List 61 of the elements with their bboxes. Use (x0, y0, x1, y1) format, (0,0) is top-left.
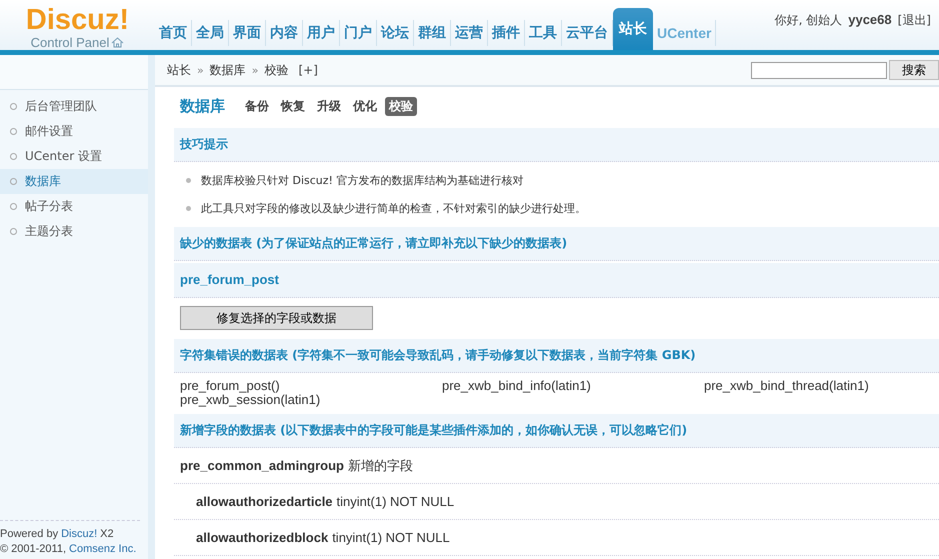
repair-button[interactable]: 修复选择的字段或数据 (180, 306, 373, 330)
tip-text: 此工具只对字段的修改以及缺少进行简单的检查，不针对索引的缺少进行处理。 (201, 200, 586, 216)
sidebar-item[interactable]: 后台管理团队 (0, 94, 148, 119)
nav-tab[interactable]: 插件 (488, 20, 525, 46)
nav-tab[interactable]: 内容 (266, 20, 303, 46)
tip-text: 数据库校验只针对 Discuz! 官方发布的数据库结构为基础进行核对 (201, 172, 524, 188)
nav-tab[interactable]: 站长 (613, 8, 653, 50)
add-shortcut-link[interactable]: [+] (298, 63, 318, 77)
section-tab[interactable]: 恢复 (277, 96, 309, 116)
user-name: yyce68 (848, 12, 892, 29)
nav-tab[interactable]: 运营 (451, 20, 488, 46)
section-tab[interactable]: 升级 (313, 96, 345, 116)
sidebar-item[interactable]: UCenter 设置 (0, 144, 148, 169)
search-button[interactable]: 搜索 (889, 60, 939, 80)
breadcrumb-separator: » (197, 64, 204, 76)
logo-subtitle: Control Panel (30, 34, 110, 50)
footer-text: Powered by (0, 527, 58, 542)
nav-tab[interactable]: 论坛 (377, 20, 414, 46)
sidebar-item[interactable]: 主题分表 (0, 219, 148, 244)
home-icon (111, 36, 124, 48)
footer-link[interactable]: Discuz! (61, 527, 98, 542)
table-name: pre_forum_post() (180, 379, 281, 393)
sidebar-item[interactable]: 数据库 (0, 169, 148, 194)
table-name: pre_xwb_session(latin1) (180, 393, 322, 407)
breadcrumb-item[interactable]: 校验 (264, 62, 288, 78)
row-text: tinyint(1) NOT NULL (332, 530, 450, 545)
nav-tab[interactable]: 首页 (155, 20, 192, 46)
table-name: allowauthorizedarticle (196, 494, 333, 509)
row-text: tinyint(1) NOT NULL (336, 494, 454, 509)
breadcrumb-item[interactable]: 站长 (167, 62, 191, 78)
nav-tab[interactable]: 工具 (525, 20, 562, 46)
sidebar-item[interactable]: 帖子分表 (0, 194, 148, 219)
section-tab[interactable]: 备份 (241, 96, 273, 116)
section-header: 技巧提示 (174, 128, 939, 162)
nav-tab[interactable]: 门户 (340, 20, 377, 46)
nav-tab[interactable]: 全局 (192, 20, 229, 46)
logo-text: Discuz! (26, 4, 130, 34)
table-name: allowauthorizedblock (196, 530, 328, 545)
table-name: pre_xwb_bind_info(latin1) (442, 379, 592, 393)
greeting: 你好, 创始人 (774, 12, 842, 29)
footer-link[interactable]: Comsenz Inc. (69, 542, 136, 557)
nav-tab[interactable]: 界面 (229, 20, 266, 46)
footer-text: © 2001-2011, (0, 542, 66, 557)
table-name: pre_common_admingroup (180, 458, 344, 473)
table-name: pre_forum_post (174, 263, 939, 298)
table-name: pre_xwb_bind_thread(latin1) (704, 379, 870, 393)
section-tab[interactable]: 优化 (349, 96, 381, 116)
section-header: 新增字段的数据表 (以下数据表中的字段可能是某些插件添加的，如你确认无误，可以忽略它们) (174, 414, 939, 448)
nav-tab[interactable]: 用户 (303, 20, 340, 46)
page-title: 数据库 (180, 96, 225, 116)
section-header: 缺少的数据表 (为了保证站点的正常运行，请立即补充以下缺少的数据表) (174, 227, 939, 261)
row-text: 新增的字段 (348, 456, 413, 474)
breadcrumb-item[interactable]: 数据库 (210, 62, 246, 78)
footer-text: X2 (100, 527, 114, 542)
search-field[interactable] (751, 62, 887, 78)
breadcrumb-separator: » (252, 64, 258, 76)
logout-link[interactable]: [退出] (898, 12, 931, 29)
nav-tab[interactable]: 群组 (414, 20, 451, 46)
section-header: 字符集错误的数据表 (字符集不一致可能会导致乱码，请手动修复以下数据表，当前字符集 GBK) (174, 339, 939, 373)
section-tab[interactable]: 校验 (385, 96, 417, 116)
sidebar-item[interactable]: 邮件设置 (0, 119, 148, 144)
